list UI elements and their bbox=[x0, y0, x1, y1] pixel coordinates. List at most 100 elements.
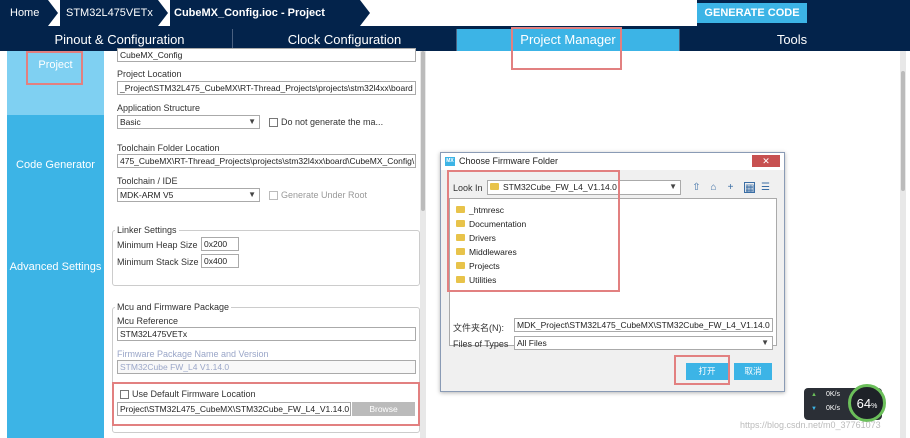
chevron-down-icon: ▼ bbox=[669, 182, 677, 191]
details-view-icon[interactable]: ☰ bbox=[760, 182, 771, 193]
files-of-type-value: All Files bbox=[517, 338, 547, 348]
folder-icon bbox=[456, 206, 465, 214]
do-not-generate-main-checkbox[interactable] bbox=[269, 118, 278, 127]
project-name-field[interactable]: CubeMX_Config bbox=[117, 48, 416, 62]
linker-settings-title: Linker Settings bbox=[115, 225, 179, 235]
nav-item-code-generator[interactable]: Code Generator bbox=[7, 159, 104, 171]
min-stack-label: Minimum Stack Size bbox=[117, 257, 199, 267]
generate-code-button[interactable]: GENERATE CODE bbox=[697, 3, 807, 23]
folder-icon bbox=[456, 248, 465, 256]
mcu-reference-field[interactable]: STM32L475VETx bbox=[117, 327, 416, 341]
min-stack-field[interactable]: 0x400 bbox=[201, 254, 239, 268]
folder-icon bbox=[456, 276, 465, 284]
file-name: Projects bbox=[469, 261, 500, 271]
browse-button[interactable]: Browse bbox=[352, 402, 415, 416]
form-scrollbar-thumb[interactable] bbox=[421, 51, 425, 211]
use-default-firmware-checkbox[interactable] bbox=[120, 390, 129, 399]
project-location-label: Project Location bbox=[117, 69, 182, 79]
usage-percent-value: 64 bbox=[856, 396, 872, 411]
network-speed-widget: ▲ 0K/s ▼ 0K/s 64% bbox=[804, 384, 886, 422]
upload-arrow-icon: ▲ bbox=[811, 392, 817, 398]
download-arrow-icon: ▼ bbox=[811, 406, 817, 412]
look-in-select[interactable]: STM32Cube_FW_L4_V1.14.0 ▼ bbox=[487, 180, 681, 195]
toolchain-ide-label: Toolchain / IDE bbox=[117, 176, 178, 186]
mcu-firmware-title: Mcu and Firmware Package bbox=[115, 302, 232, 312]
list-item[interactable]: Projects bbox=[456, 260, 500, 272]
toolchain-ide-select[interactable]: MDK-ARM V5 ▼ bbox=[117, 188, 260, 202]
application-structure-label: Application Structure bbox=[117, 103, 201, 113]
breadcrumb-file[interactable]: CubeMX_Config.ioc - Project Manager bbox=[170, 0, 360, 45]
toolchain-ide-value: MDK-ARM V5 bbox=[120, 190, 174, 200]
breadcrumb-separator-icon bbox=[158, 0, 168, 26]
breadcrumb-chip[interactable]: STM32L475VETx bbox=[60, 0, 158, 26]
list-item[interactable]: Documentation bbox=[456, 218, 526, 230]
project-settings-form: CubeMX_Config Project Location _Project\… bbox=[108, 48, 426, 438]
home-icon[interactable]: ⌂ bbox=[708, 182, 719, 193]
nav-item-advanced-settings[interactable]: Advanced Settings bbox=[7, 261, 104, 273]
mcu-reference-label: Mcu Reference bbox=[117, 316, 179, 326]
open-button[interactable]: 打开 bbox=[686, 363, 728, 380]
file-name: Drivers bbox=[469, 233, 496, 243]
toolchain-folder-label: Toolchain Folder Location bbox=[117, 143, 220, 153]
list-view-icon[interactable]: ▦ bbox=[744, 182, 755, 194]
firmware-location-field[interactable]: Project\STM32L475_CubeMX\STM32Cube_FW_L4… bbox=[117, 402, 351, 416]
do-not-generate-main-label: Do not generate the ma... bbox=[281, 117, 384, 127]
firmware-package-label: Firmware Package Name and Version bbox=[117, 349, 269, 359]
cubemx-logo-icon: MX bbox=[445, 157, 455, 166]
files-of-type-select[interactable]: All Files ▼ bbox=[514, 336, 773, 350]
min-heap-label: Minimum Heap Size bbox=[117, 240, 198, 250]
new-folder-icon[interactable]: + bbox=[725, 182, 736, 193]
generate-under-root-checkbox[interactable] bbox=[269, 191, 278, 200]
toolchain-folder-field[interactable]: 475_CubeMX\RT-Thread_Projects\projects\s… bbox=[117, 154, 416, 168]
files-of-type-label: Files of Types bbox=[453, 339, 509, 349]
download-speed: 0K/s bbox=[826, 405, 841, 412]
look-in-label: Look In bbox=[453, 183, 483, 193]
nav-item-project[interactable]: Project bbox=[7, 51, 104, 115]
list-item[interactable]: Middlewares bbox=[456, 246, 517, 258]
chevron-down-icon: ▼ bbox=[761, 338, 769, 347]
folder-icon bbox=[456, 234, 465, 242]
list-item[interactable]: Drivers bbox=[456, 232, 496, 244]
nav-item-project-label: Project bbox=[38, 59, 73, 71]
project-location-field[interactable]: _Project\STM32L475_CubeMX\RT-Thread_Proj… bbox=[117, 81, 416, 95]
application-structure-select[interactable]: Basic ▼ bbox=[117, 115, 260, 129]
application-structure-value: Basic bbox=[120, 117, 141, 127]
file-name: Utilities bbox=[469, 275, 497, 285]
main-scrollbar[interactable] bbox=[900, 51, 906, 438]
breadcrumb-separator-icon bbox=[48, 0, 58, 26]
folder-name-label: 文件夹名(N): bbox=[453, 323, 504, 333]
chevron-down-icon: ▼ bbox=[248, 190, 256, 199]
form-scrollbar[interactable] bbox=[420, 51, 426, 438]
firmware-package-field: STM32Cube FW_L4 V1.14.0 bbox=[117, 360, 416, 374]
tab-tools[interactable]: Tools bbox=[680, 29, 904, 51]
main-scrollbar-thumb[interactable] bbox=[901, 71, 905, 191]
generate-under-root-label: Generate Under Root bbox=[281, 190, 368, 200]
file-name: Documentation bbox=[469, 219, 527, 229]
breadcrumb-home[interactable]: Home bbox=[0, 0, 48, 26]
folder-up-icon[interactable]: ⇧ bbox=[691, 182, 702, 193]
look-in-value: STM32Cube_FW_L4_V1.14.0 bbox=[503, 182, 617, 192]
tab-project-manager[interactable]: Project Manager bbox=[457, 29, 680, 51]
folder-icon bbox=[490, 183, 499, 191]
usage-percent-unit: % bbox=[871, 403, 878, 410]
folder-icon bbox=[456, 262, 465, 270]
breadcrumb: Home STM32L475VETx CubeMX_Config.ioc - P… bbox=[0, 0, 910, 45]
usage-percent[interactable]: 64% bbox=[848, 384, 886, 422]
folder-name-field[interactable]: MDK_Project\STM32L475_CubeMX\STM32Cube_F… bbox=[514, 318, 773, 332]
folder-icon bbox=[456, 220, 465, 228]
use-default-firmware-label: Use Default Firmware Location bbox=[132, 389, 256, 399]
list-item[interactable]: _htmresc bbox=[456, 204, 504, 216]
watermark: https://blog.csdn.net/m0_37761073 bbox=[740, 420, 881, 430]
dialog-close-button[interactable]: ✕ bbox=[752, 155, 780, 167]
file-name: Middlewares bbox=[469, 247, 517, 257]
cancel-button[interactable]: 取消 bbox=[734, 363, 772, 380]
dialog-title: Choose Firmware Folder bbox=[441, 153, 784, 170]
breadcrumb-separator-icon bbox=[360, 0, 370, 26]
file-name: _htmresc bbox=[469, 205, 504, 215]
upload-speed: 0K/s bbox=[826, 391, 841, 398]
choose-firmware-folder-dialog: Choose Firmware Folder MX ✕ Look In STM3… bbox=[440, 152, 785, 392]
left-nav: Project Code Generator Advanced Settings bbox=[7, 51, 104, 438]
list-item[interactable]: Utilities bbox=[456, 274, 496, 286]
chevron-down-icon: ▼ bbox=[248, 117, 256, 126]
min-heap-field[interactable]: 0x200 bbox=[201, 237, 239, 251]
